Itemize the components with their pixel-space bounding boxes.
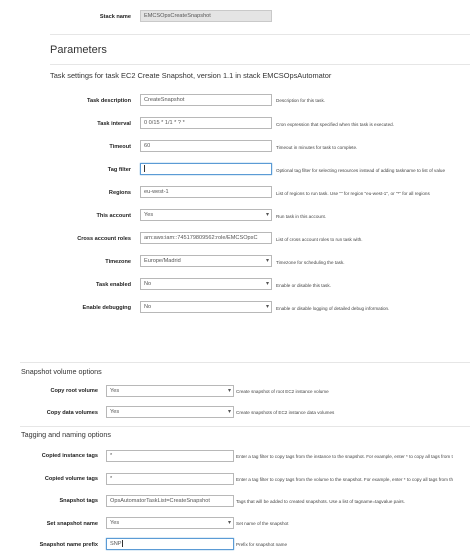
enable-debugging-select[interactable]: No [140, 301, 272, 313]
snapshot-name-prefix-help: Prefix for snapshot name [236, 542, 288, 547]
divider [20, 426, 470, 427]
timezone-select[interactable]: Europe/Madrid [140, 255, 272, 267]
copy-data-volumes-select[interactable]: Yes [106, 406, 234, 418]
snapshot-tags-help: Tags that will be added to created snaps… [236, 499, 405, 504]
snapshot-name-prefix-label: Snapshot name prefix [39, 542, 98, 548]
regions-help: List of regions to run task. Use "" for … [276, 191, 430, 196]
copied-volume-tags-input[interactable]: * [106, 473, 234, 485]
task-interval-label: Task interval [97, 121, 131, 127]
task-description-input[interactable]: CreateSnapshot [140, 94, 272, 106]
parameters-heading: Parameters [50, 44, 107, 56]
copy-root-volume-select[interactable]: Yes [106, 385, 234, 397]
stack-name-label: Stack name [99, 14, 131, 20]
timezone-label: Timezone [105, 259, 131, 265]
timeout-help: Timeout in minutes for task to complete. [276, 145, 358, 150]
tag-filter-label: Tag filter [107, 167, 131, 173]
divider [50, 34, 470, 35]
this-account-label: This account [96, 213, 132, 219]
enable-debugging-label: Enable debugging [82, 305, 131, 311]
copied-volume-tags-label: Copied volume tags [44, 476, 98, 482]
timezone-help: Timezone for scheduling the task. [276, 260, 345, 265]
snapshot-options-heading: Snapshot volume options [21, 367, 102, 376]
copy-data-volumes-help: Create snapshots of EC2 instance data vo… [236, 410, 335, 415]
regions-label: Regions [108, 190, 131, 196]
cross-account-roles-help: List of cross account roles to run task … [276, 237, 363, 242]
enable-debugging-help: Enable or disable logging of detailed de… [276, 306, 390, 311]
task-enabled-label: Task enabled [95, 282, 131, 288]
task-interval-input[interactable]: 0 0/15 * 1/1 * ? * [140, 117, 272, 129]
task-settings-heading: Task settings for task EC2 Create Snapsh… [50, 71, 332, 80]
tag-filter-input[interactable] [140, 163, 272, 175]
snapshot-name-prefix-value: SNP [110, 541, 122, 547]
tag-filter-help: Optional tag filter for selecting resour… [276, 168, 446, 173]
copied-instance-tags-input[interactable]: * [106, 450, 234, 462]
cross-account-roles-label: Cross account roles [77, 236, 131, 242]
timeout-input[interactable]: 60 [140, 140, 272, 152]
copy-root-volume-help: Create snapshot of root EC2 instance vol… [236, 389, 329, 394]
this-account-help: Run task in this account. [276, 214, 327, 219]
stack-name-field[interactable]: EMCSOpsCreateSnapshot [140, 10, 272, 22]
snapshot-name-prefix-input[interactable]: SNP [106, 538, 234, 550]
task-description-help: Description for this task. [276, 98, 326, 103]
copied-instance-tags-help: Enter a tag filter to copy tags from the… [236, 454, 453, 459]
this-account-select[interactable]: Yes [140, 209, 272, 221]
task-description-label: Task description [86, 98, 131, 104]
copy-root-volume-label: Copy root volume [50, 388, 98, 394]
text-cursor [121, 540, 123, 548]
tagging-options-heading: Tagging and naming options [21, 430, 111, 439]
task-enabled-select[interactable]: No [140, 278, 272, 290]
copy-data-volumes-label: Copy data volumes [46, 410, 98, 416]
set-snapshot-name-select[interactable]: Yes [106, 517, 234, 529]
text-cursor [144, 165, 145, 173]
set-snapshot-name-help: Set name of the snapshot [236, 521, 289, 526]
regions-input[interactable]: eu-west-1 [140, 186, 272, 198]
copied-instance-tags-label: Copied instance tags [41, 453, 98, 459]
set-snapshot-name-label: Set snapshot name [46, 521, 98, 527]
task-enabled-help: Enable or disable this task. [276, 283, 331, 288]
divider [50, 64, 470, 65]
timeout-label: Timeout [109, 144, 131, 150]
divider [20, 362, 470, 363]
snapshot-tags-input[interactable]: OpsAutomatorTaskList=CreateSnapshot [106, 495, 234, 507]
copied-volume-tags-help: Enter a tag filter to copy tags from the… [236, 477, 454, 482]
cross-account-roles-input[interactable]: arn:aws:iam::745179809562:role/EMCSOpsC [140, 232, 272, 244]
task-interval-help: Cron expression that specified when this… [276, 122, 394, 127]
snapshot-tags-label: Snapshot tags [59, 498, 98, 504]
